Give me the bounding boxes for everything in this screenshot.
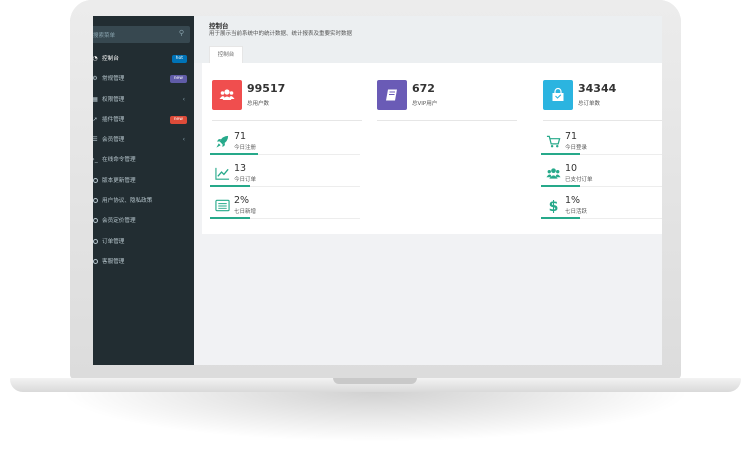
- stat-total-vip: 672 总VIP用户: [377, 80, 527, 121]
- sidebar-item-general[interactable]: ⚙ 常规管理 new: [93, 69, 194, 89]
- sidebar: 搜索菜单 ⚲ ◔ 控制台 hot ⚙ 常规管理 new ▦ 权限管理 ‹ ➚ 插…: [93, 16, 194, 365]
- rocket-icon: [216, 135, 229, 148]
- cogs-icon: ⚙: [93, 75, 98, 83]
- progress-bar: [541, 185, 581, 187]
- stat-label: 总VIP用户: [412, 101, 438, 107]
- stat-label: 七日活跃: [565, 209, 588, 215]
- stat-seven-day-active: $ 1% 七日活跃: [541, 195, 662, 219]
- sidebar-item-pricing[interactable]: 会员定价管理: [93, 211, 194, 231]
- circle-icon: [93, 218, 98, 224]
- hot-badge: hot: [171, 55, 187, 63]
- circle-icon: [93, 238, 98, 244]
- sidebar-item-dashboard[interactable]: ◔ 控制台 hot: [93, 49, 194, 69]
- sidebar-menu: ◔ 控制台 hot ⚙ 常规管理 new ▦ 权限管理 ‹ ➚ 插件管理 new…: [93, 49, 194, 272]
- stat-value: 71: [234, 131, 247, 142]
- circle-icon: [93, 177, 98, 183]
- chevron-left-icon: ‹: [182, 136, 185, 144]
- stat-value: 34344: [578, 82, 617, 95]
- terminal-icon: ›_: [93, 156, 98, 164]
- stat-label: 今日登录: [565, 145, 588, 151]
- sidebar-item-agreement[interactable]: 用户协议、隐私政策: [93, 191, 194, 211]
- sidebar-item-label: 会员管理: [102, 137, 125, 144]
- list-alt-icon: [215, 199, 230, 212]
- book-icon: [386, 89, 397, 101]
- circle-icon: [93, 198, 98, 204]
- group-icon: ▦: [93, 95, 98, 103]
- search-placeholder: 搜索菜单: [93, 33, 116, 39]
- cart-icon: [546, 135, 561, 148]
- sidebar-item-label: 客服管理: [102, 258, 125, 265]
- sidebar-item-label: 会员定价管理: [102, 218, 136, 225]
- stat-label: 今日订单: [234, 177, 257, 183]
- stat-value: 13: [234, 163, 247, 174]
- sidebar-item-members[interactable]: ☰ 会员管理 ‹: [93, 130, 194, 150]
- svg-text:$: $: [549, 199, 559, 213]
- sidebar-item-orders[interactable]: 订单管理: [93, 232, 194, 252]
- progress-bar: [210, 217, 250, 219]
- page-header: 控制台 用于展示当前系统中的统计数据、统计报表及重要实时数据 控制台: [194, 16, 662, 63]
- sidebar-item-label: 用户协议、隐私政策: [102, 198, 153, 205]
- shopping-bag-icon: [552, 87, 564, 101]
- stat-today-orders: 13 今日订单: [210, 163, 360, 187]
- dollar-icon: $: [549, 199, 559, 213]
- sidebar-item-label: 常规管理: [102, 76, 125, 83]
- new-badge: new: [169, 75, 187, 84]
- stats-panel: 99517 总用户数 672 总VIP用户 34344 总订单数 71 今日注册…: [202, 63, 662, 234]
- stat-today-register: 71 今日注册: [210, 131, 360, 155]
- users-icon: [219, 89, 235, 100]
- stat-label: 总用户数: [247, 101, 270, 107]
- dashboard-icon: ◔: [93, 55, 98, 62]
- sidebar-item-plugins[interactable]: ➚ 插件管理 new: [93, 110, 194, 130]
- stat-value: 10: [565, 163, 578, 174]
- sidebar-item-online-command[interactable]: ›_ 在线命令管理: [93, 150, 194, 170]
- stat-value: 99517: [247, 82, 286, 95]
- sidebar-item-version[interactable]: 版本更新管理: [93, 171, 194, 191]
- progress-bar: [541, 217, 581, 219]
- sidebar-item-label: 权限管理: [102, 96, 125, 103]
- users-tile: [212, 80, 242, 110]
- stat-total-orders: 34344 总订单数: [543, 80, 662, 121]
- stat-value: 2%: [234, 195, 250, 206]
- progress-bar: [541, 153, 581, 155]
- line-chart-icon: [215, 167, 230, 180]
- tab-dashboard[interactable]: 控制台: [209, 46, 243, 63]
- rocket-icon: ➚: [93, 115, 98, 123]
- stat-value: 672: [412, 82, 435, 95]
- page-description: 用于展示当前系统中的统计数据、统计报表及重要实时数据: [209, 31, 353, 37]
- circle-icon: [93, 258, 98, 264]
- stat-label: 七日新增: [234, 209, 257, 215]
- progress-bar: [210, 153, 258, 155]
- sidebar-item-label: 控制台: [102, 56, 119, 62]
- chevron-left-icon: ‹: [182, 95, 185, 103]
- screen: 搜索菜单 ⚲ ◔ 控制台 hot ⚙ 常规管理 new ▦ 权限管理 ‹ ➚ 插…: [93, 16, 662, 365]
- sidebar-item-label: 插件管理: [102, 116, 125, 123]
- new-badge: new: [169, 115, 187, 124]
- laptop-notch: [333, 378, 417, 384]
- laptop-shadow: [60, 392, 691, 442]
- sidebar-item-permissions[interactable]: ▦ 权限管理 ‹: [93, 90, 194, 110]
- stat-label: 总订单数: [578, 101, 601, 107]
- stat-value: 71: [565, 131, 578, 142]
- sidebar-item-support[interactable]: 客服管理: [93, 252, 194, 272]
- stat-today-login: 71 今日登录: [541, 131, 662, 155]
- stat-label: 已支付订单: [565, 177, 593, 183]
- orders-tile: [543, 80, 573, 110]
- stat-value: 1%: [565, 195, 581, 206]
- sidebar-item-label: 版本更新管理: [102, 177, 136, 184]
- search-icon[interactable]: ⚲: [179, 29, 184, 37]
- list-icon: ☰: [93, 136, 98, 144]
- stat-total-users: 99517 总用户数: [212, 80, 362, 121]
- sidebar-item-label: 订单管理: [102, 238, 125, 245]
- sidebar-item-label: 在线命令管理: [102, 157, 136, 164]
- stat-label: 今日注册: [234, 145, 257, 151]
- stat-paid-orders: 10 已支付订单: [541, 163, 662, 187]
- main-content: 控制台 用于展示当前系统中的统计数据、统计报表及重要实时数据 控制台 99517…: [194, 16, 662, 365]
- sidebar-search-input[interactable]: 搜索菜单 ⚲: [93, 26, 190, 43]
- progress-bar: [210, 185, 250, 187]
- vip-tile: [377, 80, 407, 110]
- users-icon: [546, 168, 561, 179]
- stat-seven-day-new: 2% 七日新增: [210, 195, 360, 219]
